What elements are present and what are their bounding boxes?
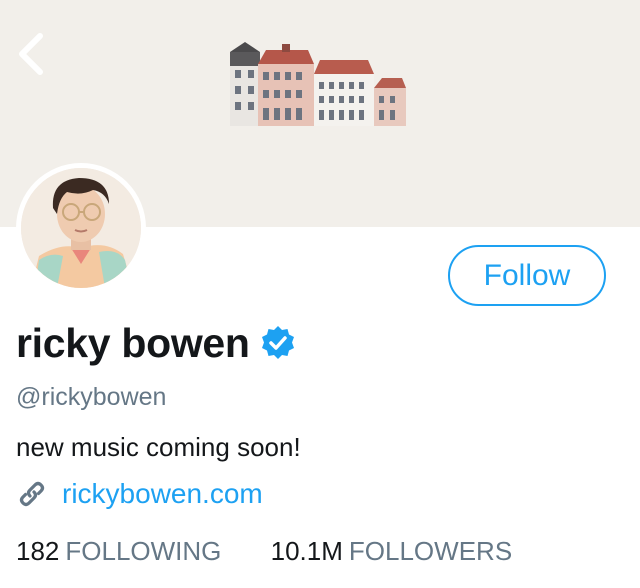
profile-handle: @rickybowen [16, 383, 167, 411]
back-button[interactable] [14, 30, 54, 78]
following-label: FOLLOWING [65, 536, 222, 566]
following-stat[interactable]: 182 FOLLOWING [16, 536, 221, 567]
follow-button[interactable]: Follow [448, 245, 606, 306]
avatar[interactable] [16, 163, 146, 293]
chevron-left-icon [19, 33, 43, 75]
profile-stats: 182 FOLLOWING 10.1M FOLLOWERS [16, 536, 512, 567]
avatar-image [21, 168, 141, 288]
banner-houses-image [230, 42, 406, 126]
verified-badge-icon [261, 326, 294, 359]
profile-name: ricky bowen [16, 319, 250, 366]
followers-count: 10.1M [270, 536, 343, 566]
link-icon [19, 481, 45, 507]
profile-website-row: rickybowen.com [16, 478, 263, 510]
profile-bio: new music coming soon! [16, 432, 301, 462]
profile-name-row: ricky bowen [16, 318, 296, 368]
website-link[interactable]: rickybowen.com [62, 478, 263, 510]
followers-stat[interactable]: 10.1M FOLLOWERS [271, 536, 513, 567]
following-count: 182 [16, 536, 60, 566]
followers-label: FOLLOWERS [348, 536, 513, 566]
